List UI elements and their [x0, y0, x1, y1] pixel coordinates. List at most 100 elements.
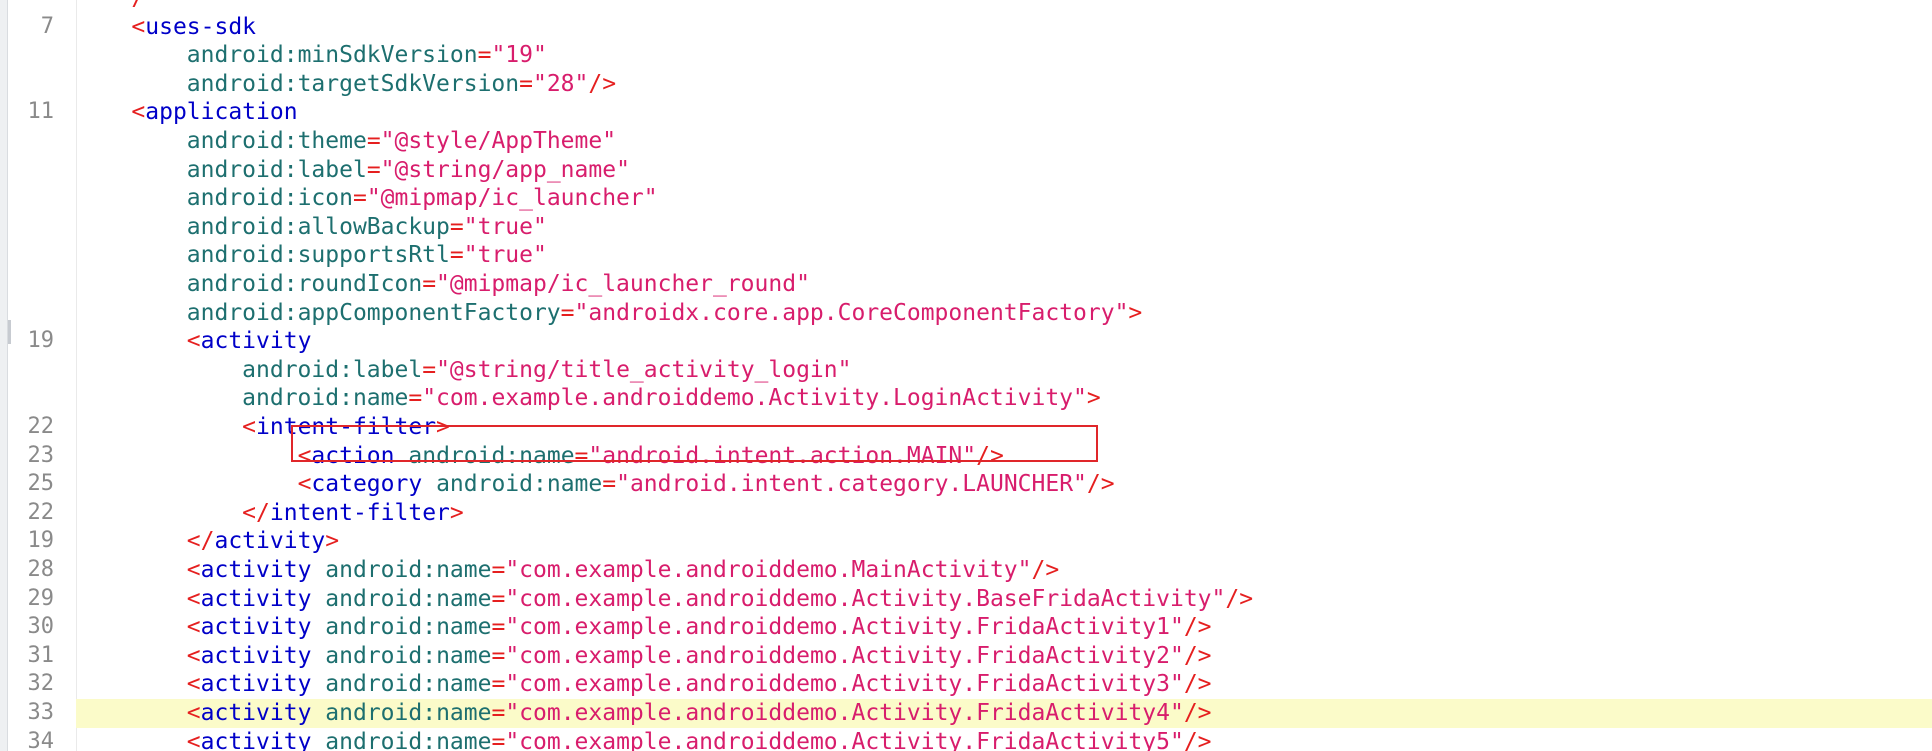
- code-line[interactable]: android:minSdkVersion="19": [76, 41, 1932, 70]
- code-token: android:: [186, 42, 298, 69]
- code-token: "com.example.androiddemo.MainActivity": [505, 557, 1032, 583]
- code-line[interactable]: 30 <activity android:name="com.example.a…: [28, 613, 1932, 642]
- code-line[interactable]: 28 <activity android:name="com.example.a…: [28, 556, 1932, 585]
- code-token: name: [436, 585, 492, 612]
- line-number: 22: [27, 499, 55, 525]
- code-token: >: [1086, 385, 1101, 412]
- code-token: android:: [242, 385, 353, 412]
- code-token: activity: [214, 528, 326, 555]
- code-editor[interactable]: /7 <uses-sdk android:minSdkVersion="19" …: [0, 0, 1932, 751]
- code-token: name: [436, 642, 492, 669]
- code-text: <activity android:name="com.example.andr…: [76, 585, 1253, 614]
- code-text: <activity: [76, 327, 312, 356]
- code-line[interactable]: 11 <application: [28, 98, 1932, 127]
- code-token: "true": [463, 213, 547, 240]
- code-line[interactable]: 31 <activity android:name="com.example.a…: [28, 642, 1932, 671]
- code-token: =: [491, 671, 506, 698]
- code-token: "com.example.androiddemo.Activity.FridaA…: [505, 700, 1184, 726]
- code-line[interactable]: android:name="com.example.androiddemo.Ac…: [76, 384, 1932, 413]
- code-token: "@style/AppTheme": [380, 128, 617, 154]
- code-token: supportsRtl: [297, 242, 450, 269]
- code-token: >: [449, 499, 464, 526]
- code-token: name: [436, 557, 492, 583]
- code-token: "com.example.androiddemo.Activity.FridaA…: [505, 614, 1184, 641]
- code-token: />: [1183, 614, 1212, 641]
- code-line-current[interactable]: 33 <activity android:name="com.example.a…: [28, 699, 1932, 728]
- code-line[interactable]: android:roundIcon="@mipmap/ic_launcher_r…: [76, 270, 1932, 299]
- code-token: "com.example.androiddemo.Activity.BaseFr…: [505, 585, 1226, 612]
- code-line[interactable]: 25 <category android:name="android.inten…: [28, 470, 1932, 499]
- line-number: 32: [27, 671, 55, 697]
- code-line[interactable]: 19 <activity: [28, 327, 1932, 356]
- code-token: label: [297, 156, 367, 183]
- code-line[interactable]: android:targetSdkVersion="28"/>: [76, 70, 1932, 99]
- code-line[interactable]: 34 <activity android:name="com.example.a…: [28, 728, 1932, 751]
- code-token: =: [491, 557, 506, 583]
- code-line[interactable]: 19 </activity>: [28, 527, 1932, 556]
- code-token: />: [1031, 557, 1060, 583]
- code-line[interactable]: android:supportsRtl="true": [76, 241, 1932, 270]
- code-line[interactable]: android:appComponentFactory="androidx.co…: [76, 299, 1932, 328]
- code-token: "com.example.androiddemo.Activity.LoginA…: [422, 385, 1087, 412]
- code-token: targetSdkVersion: [297, 70, 520, 97]
- code-line[interactable]: /: [76, 0, 1932, 13]
- code-line[interactable]: 32 <activity android:name="com.example.a…: [28, 670, 1932, 699]
- code-token: android:: [186, 185, 298, 212]
- code-token: =: [560, 299, 575, 326]
- code-token: activity: [200, 585, 312, 612]
- code-token: =: [422, 356, 437, 383]
- code-token: <: [186, 328, 201, 355]
- code-line[interactable]: android:allowBackup="true": [76, 213, 1932, 242]
- line-number: 30: [27, 614, 55, 640]
- code-line[interactable]: android:icon="@mipmap/ic_launcher": [76, 184, 1932, 213]
- code-token: "androidx.core.app.CoreComponentFactory": [574, 299, 1129, 326]
- editor-left-edge: [0, 0, 8, 751]
- code-token: name: [436, 728, 492, 751]
- code-text: <application: [76, 98, 297, 127]
- code-line[interactable]: 22 </intent-filter>: [28, 499, 1932, 528]
- code-line[interactable]: android:theme="@style/AppTheme": [76, 127, 1932, 156]
- code-token: name: [436, 700, 492, 726]
- code-line[interactable]: android:label="@string/title_activity_lo…: [76, 356, 1932, 385]
- code-token: roundIcon: [297, 271, 423, 297]
- code-token: =: [491, 585, 506, 612]
- code-text: <activity android:name="com.example.andr…: [76, 642, 1212, 671]
- code-token: <: [131, 13, 146, 40]
- code-line[interactable]: android:label="@string/app_name": [76, 156, 1932, 185]
- code-token: android:: [186, 271, 298, 297]
- code-line[interactable]: 29 <activity android:name="com.example.a…: [28, 585, 1932, 614]
- code-token: android:: [325, 728, 437, 751]
- code-token: />: [588, 70, 617, 97]
- annotation-highlight-box: [291, 425, 1098, 462]
- code-text: <activity android:name="com.example.andr…: [76, 728, 1212, 751]
- line-number: 19: [27, 328, 55, 354]
- code-area[interactable]: /7 <uses-sdk android:minSdkVersion="19" …: [28, 0, 1932, 751]
- code-text: android:roundIcon="@mipmap/ic_launcher_r…: [76, 270, 810, 299]
- code-text: <activity android:name="com.example.andr…: [76, 613, 1212, 642]
- code-token: "19": [491, 42, 547, 69]
- code-token: minSdkVersion: [297, 42, 478, 69]
- code-token: <: [186, 671, 201, 698]
- code-line[interactable]: 7 <uses-sdk: [41, 13, 1932, 42]
- code-token: <: [186, 728, 201, 751]
- code-token: activity: [200, 557, 312, 583]
- code-token: =: [366, 128, 381, 154]
- code-token: />: [1183, 642, 1212, 669]
